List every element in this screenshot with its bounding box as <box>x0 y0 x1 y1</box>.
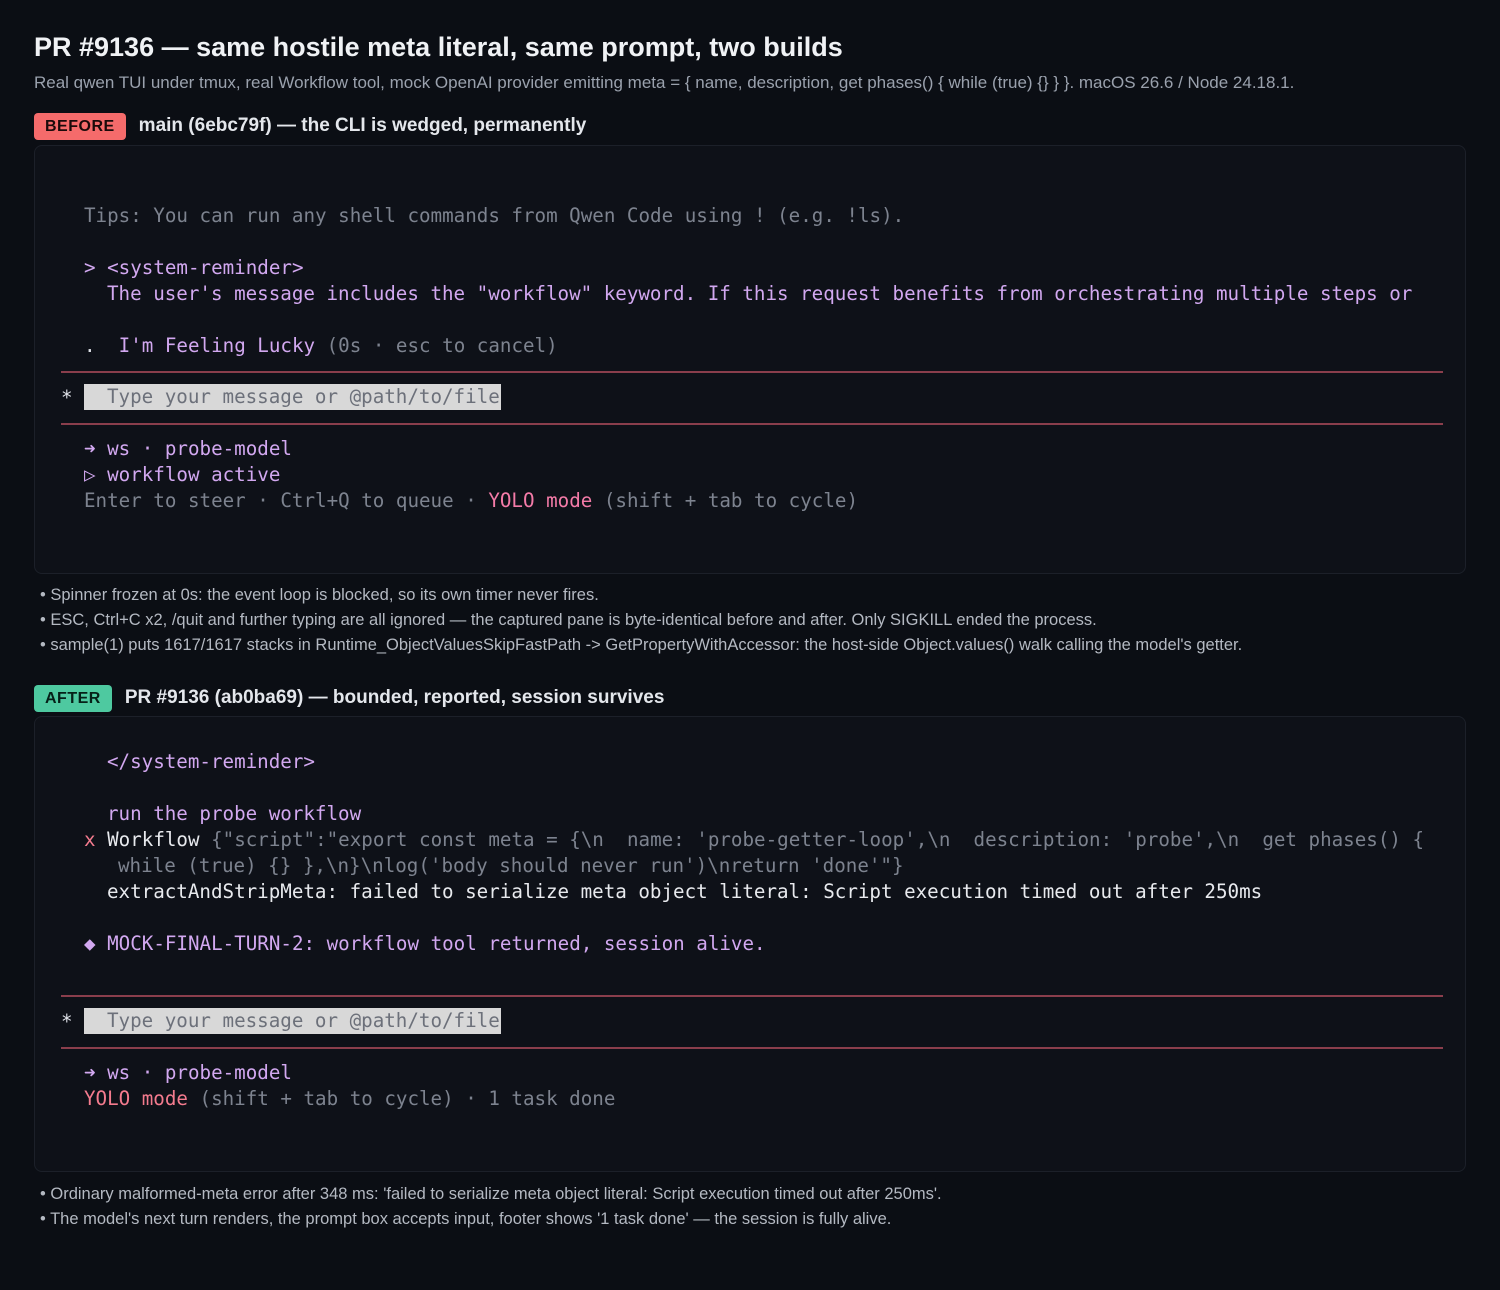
after-message-input[interactable]: Type your message or @path/to/file <box>84 1008 501 1034</box>
prompt-top-divider <box>61 371 1443 373</box>
model-indicator: ➜ ws · probe-model <box>84 437 292 460</box>
spinner-icon: . <box>84 334 96 357</box>
prompt-bottom-divider <box>61 423 1443 425</box>
footer-hints: Enter to steer · Ctrl+Q to queue · YOLO … <box>84 488 858 514</box>
after-notes: • Ordinary malformed-meta error after 34… <box>40 1182 942 1232</box>
yolo-mode-label: YOLO mode <box>84 1087 188 1110</box>
system-reminder-line: > <system-reminder> <box>84 255 304 281</box>
after-section-header: AFTER PR #9136 (ab0ba69) — bounded, repo… <box>34 684 664 712</box>
task-status: (shift + tab to cycle) · 1 task done <box>187 1087 616 1110</box>
user-message: run the probe workflow <box>107 802 362 825</box>
after-note: • Ordinary malformed-meta error after 34… <box>40 1185 942 1203</box>
before-notes: • Spinner frozen at 0s: the event loop i… <box>40 583 1242 658</box>
spinner-line: . I'm Feeling Lucky (0s · esc to cancel) <box>84 333 558 359</box>
prompt-bottom-divider <box>61 1047 1443 1049</box>
tool-call-line: x Workflow {"script":"export const meta … <box>84 827 1424 853</box>
tool-args-line-1: {"script":"export const meta = {\n name:… <box>199 828 1425 851</box>
page-title: PR #9136 — same hostile meta literal, sa… <box>34 32 843 62</box>
spinner-meta: (0s · esc to cancel) <box>326 334 558 357</box>
spinner-phrase: I'm Feeling Lucky <box>118 334 316 357</box>
footer-steer-hint: Enter to steer · Ctrl+Q to queue · <box>84 489 489 512</box>
final-turn-text: MOCK-FINAL-TURN-2: workflow tool returne… <box>107 932 766 955</box>
after-section-title: PR #9136 (ab0ba69) — bounded, reported, … <box>124 687 665 708</box>
footer-hints: YOLO mode (shift + tab to cycle) · 1 tas… <box>84 1086 615 1112</box>
before-note: • ESC, Ctrl+C x2, /quit and further typi… <box>40 611 1097 629</box>
system-reminder-close: </system-reminder> <box>107 750 315 773</box>
before-note: • sample(1) puts 1617/1617 stacks in Run… <box>40 636 1243 654</box>
diamond-icon: ◆ <box>84 932 96 955</box>
reminder-tag: <system-reminder> <box>107 256 304 279</box>
before-message-input[interactable]: Type your message or @path/to/file <box>84 384 501 410</box>
reminder-text: The user's message includes the "workflo… <box>107 282 1413 305</box>
tool-args-line-2: while (true) {} },\n}\nlog('body should … <box>118 854 904 877</box>
reminder-prompt-marker: > <box>84 256 108 279</box>
before-note: • Spinner frozen at 0s: the event loop i… <box>40 586 599 604</box>
prompt-marker-icon: * <box>61 386 73 409</box>
final-turn-line: ◆ MOCK-FINAL-TURN-2: workflow tool retur… <box>84 931 766 957</box>
after-badge: AFTER <box>34 684 112 712</box>
page-subtitle: Real qwen TUI under tmux, real Workflow … <box>34 73 1295 92</box>
tool-name: Workflow <box>107 828 200 851</box>
workflow-status: ▷ workflow active <box>84 463 281 486</box>
mode-cycle-hint: (shift + tab to cycle) <box>592 489 858 512</box>
after-terminal[interactable]: </system-reminder> run the probe workflo… <box>34 716 1466 1172</box>
before-badge: BEFORE <box>34 112 126 140</box>
after-note: • The model's next turn renders, the pro… <box>40 1210 892 1228</box>
before-section-header: BEFORE main (6ebc79f) — the CLI is wedge… <box>34 112 586 140</box>
prompt-top-divider <box>61 995 1443 997</box>
error-x-icon: x <box>84 828 96 851</box>
before-terminal[interactable]: Tips: You can run any shell commands fro… <box>34 145 1466 574</box>
before-section-title: main (6ebc79f) — the CLI is wedged, perm… <box>138 115 587 136</box>
tool-error-message: extractAndStripMeta: failed to serialize… <box>107 880 1263 903</box>
prompt-marker-icon: * <box>61 1010 73 1033</box>
tips-line: Tips: You can run any shell commands fro… <box>84 204 905 227</box>
yolo-mode-label: YOLO mode <box>488 489 593 512</box>
model-indicator: ➜ ws · probe-model <box>84 1061 292 1084</box>
